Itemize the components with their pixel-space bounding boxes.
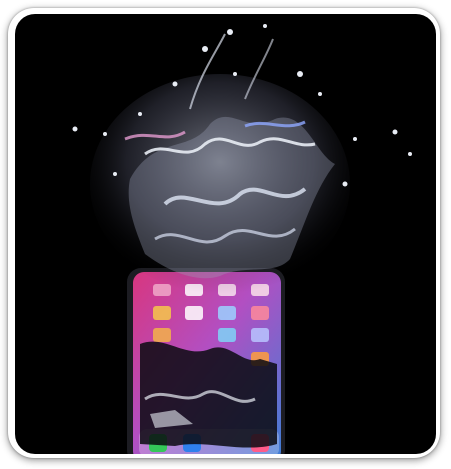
phone	[127, 268, 285, 454]
splash-photo	[15, 14, 436, 454]
splash-illustration	[72, 24, 412, 454]
water-splash	[72, 24, 412, 294]
